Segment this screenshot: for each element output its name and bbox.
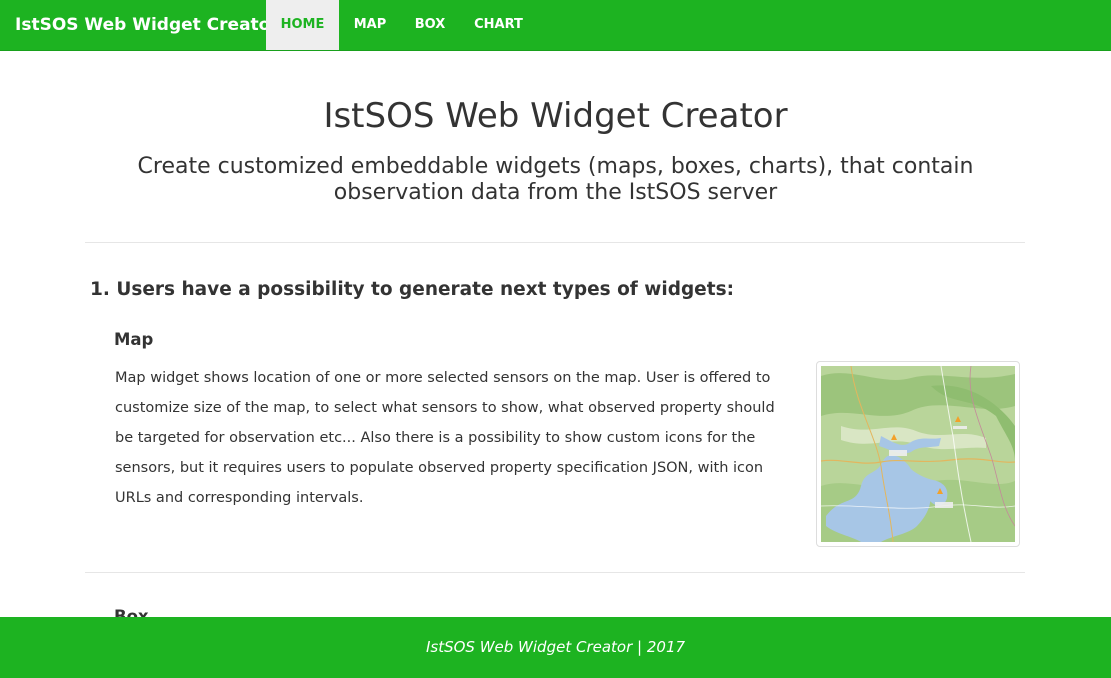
divider [85, 572, 1025, 573]
section-heading: 1. Users have a possibility to generate … [90, 279, 734, 300]
main-content[interactable]: IstSOS Web Widget Creator Create customi… [0, 51, 1111, 617]
divider [85, 242, 1025, 243]
footer-text: IstSOS Web Widget Creator | 2017 [425, 638, 686, 656]
page-title: IstSOS Web Widget Creator [323, 96, 788, 136]
nav-item-home[interactable]: HOME [266, 0, 339, 50]
footer: IstSOS Web Widget Creator | 2017 [0, 617, 1111, 678]
nav-item-chart[interactable]: CHART [459, 0, 538, 50]
widget-heading-box: Box [114, 607, 149, 617]
top-navbar: IstSOS Web Widget Creator HOME MAP BOX C… [0, 0, 1111, 51]
widget-heading-map: Map [114, 330, 154, 349]
nav-item-map[interactable]: MAP [339, 0, 401, 50]
map-thumbnail-image [821, 366, 1015, 542]
map-widget-thumbnail[interactable] [816, 361, 1020, 547]
navbar-brand[interactable]: IstSOS Web Widget Creator [15, 0, 279, 51]
nav-item-box[interactable]: BOX [401, 0, 459, 50]
page-subtitle: Create customized embeddable widgets (ma… [137, 154, 974, 205]
widget-description-map: Map widget shows location of one or more… [115, 370, 775, 506]
